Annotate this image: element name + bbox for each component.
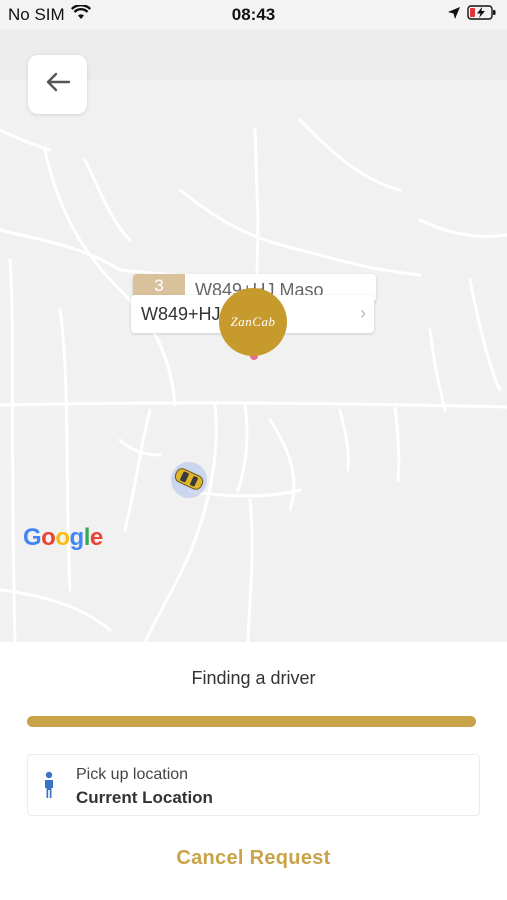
zancab-logo: ZanCab	[230, 314, 276, 329]
arrow-left-icon	[45, 72, 71, 97]
car-icon[interactable]	[172, 468, 206, 495]
back-button[interactable]	[28, 55, 87, 114]
person-icon	[42, 771, 56, 804]
pickup-value: Current Location	[76, 788, 213, 807]
bottom-sheet: Finding a driver Pick up location Curren…	[0, 642, 507, 900]
pickup-pin[interactable]: ZanCab	[219, 288, 287, 356]
progress-bar	[27, 716, 476, 727]
clock: 08:43	[231, 5, 276, 24]
map-view[interactable]: 3 W849+HJ Maso W849+HJ, , Tan... › ZanCa…	[0, 30, 507, 642]
cancel-request-button[interactable]: Cancel Request	[0, 847, 507, 870]
progress-fill	[27, 716, 476, 727]
chevron-right-icon: ›	[360, 303, 366, 323]
location-arrow-icon	[447, 5, 461, 25]
finding-driver-text: Finding a driver	[191, 668, 316, 688]
status-bar: No SIM 08:43	[0, 0, 507, 30]
google-logo: Google	[23, 524, 103, 551]
status-right	[447, 5, 497, 25]
battery-charging-icon	[467, 5, 497, 25]
pickup-location-card[interactable]: Pick up location Current Location	[27, 754, 480, 816]
pickup-label: Pick up location	[76, 766, 189, 783]
